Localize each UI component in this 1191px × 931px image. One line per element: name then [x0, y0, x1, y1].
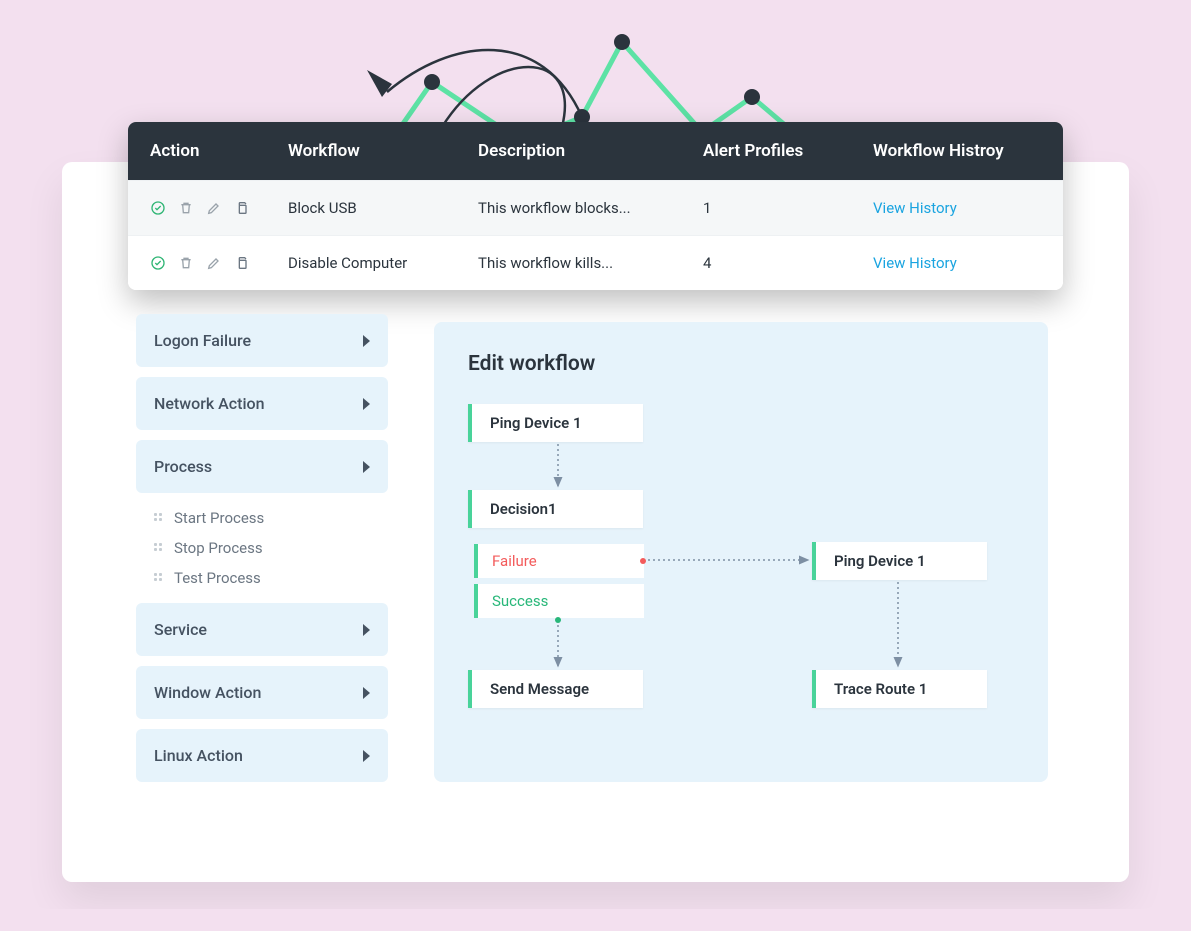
table-row: Block USB This workflow blocks... 1 View…	[128, 180, 1063, 235]
sub-item-start-process[interactable]: Start Process	[154, 509, 388, 527]
copy-icon[interactable]	[234, 200, 250, 216]
node-label: Ping Device 1	[490, 414, 582, 432]
branch-failure[interactable]: Failure	[474, 544, 644, 578]
chevron-right-icon	[363, 750, 370, 762]
cell-description: This workflow blocks...	[478, 199, 703, 217]
cell-description: This workflow kills...	[478, 254, 703, 272]
node-ping-device-2[interactable]: Ping Device 1	[812, 542, 987, 580]
connector-dot-failure	[640, 558, 646, 564]
cell-alert: 1	[703, 199, 873, 217]
connector-dot-success	[555, 617, 561, 623]
table-row: Disable Computer This workflow kills... …	[128, 235, 1063, 290]
chevron-right-icon	[363, 624, 370, 636]
header-history: Workflow Histroy	[873, 141, 1053, 161]
trash-icon[interactable]	[178, 255, 194, 271]
branch-success[interactable]: Success	[474, 584, 644, 618]
copy-icon[interactable]	[234, 255, 250, 271]
sub-item-test-process[interactable]: Test Process	[154, 569, 388, 587]
sub-item-label: Test Process	[174, 569, 261, 587]
accordion-label: Linux Action	[154, 746, 243, 765]
node-label: Decision1	[490, 500, 557, 518]
accordion-network-action[interactable]: Network Action	[136, 377, 388, 430]
row-actions	[128, 255, 288, 271]
accordion-label: Process	[154, 457, 212, 476]
edit-icon[interactable]	[206, 200, 222, 216]
accordion-process[interactable]: Process	[136, 440, 388, 493]
edit-icon[interactable]	[206, 255, 222, 271]
accordion-logon-failure[interactable]: Logon Failure	[136, 314, 388, 367]
chevron-right-icon	[363, 687, 370, 699]
node-label: Ping Device 1	[834, 552, 926, 570]
check-icon[interactable]	[150, 200, 166, 216]
branch-label: Failure	[492, 552, 537, 570]
cell-alert: 4	[703, 254, 873, 272]
accordion-linux-action[interactable]: Linux Action	[136, 729, 388, 782]
view-history-link[interactable]: View History	[873, 199, 1053, 217]
drag-grip-icon	[154, 543, 164, 553]
accordion-label: Logon Failure	[154, 331, 251, 350]
header-workflow: Workflow	[288, 141, 478, 161]
cell-workflow: Disable Computer	[288, 254, 478, 272]
chevron-right-icon	[363, 398, 370, 410]
sub-item-stop-process[interactable]: Stop Process	[154, 539, 388, 557]
workflow-canvas[interactable]: Ping Device 1 Decision1 Failure Success …	[468, 404, 1014, 764]
accordion-label: Service	[154, 620, 207, 639]
trash-icon[interactable]	[178, 200, 194, 216]
accordion-window-action[interactable]: Window Action	[136, 666, 388, 719]
node-trace-route[interactable]: Trace Route 1	[812, 670, 987, 708]
sub-item-label: Stop Process	[174, 539, 263, 557]
node-label: Send Message	[490, 680, 589, 698]
drag-grip-icon	[154, 573, 164, 583]
table-header-row: Action Workflow Description Alert Profil…	[128, 122, 1063, 180]
workflow-editor: Edit workflow Ping Device 1	[434, 322, 1048, 782]
node-send-message[interactable]: Send Message	[468, 670, 643, 708]
node-label: Trace Route 1	[834, 680, 927, 698]
accordion-label: Network Action	[154, 394, 265, 413]
header-alert: Alert Profiles	[703, 141, 873, 161]
chevron-right-icon	[363, 461, 370, 473]
action-sidebar: Logon Failure Network Action Process Sta…	[136, 314, 388, 782]
process-sublist: Start Process Stop Process Test Process	[136, 503, 388, 593]
node-ping-device-1[interactable]: Ping Device 1	[468, 404, 643, 442]
check-icon[interactable]	[150, 255, 166, 271]
header-action: Action	[128, 141, 288, 161]
row-actions	[128, 200, 288, 216]
cell-workflow: Block USB	[288, 199, 478, 217]
workflow-table: Action Workflow Description Alert Profil…	[128, 122, 1063, 290]
header-description: Description	[478, 141, 703, 161]
branch-label: Success	[492, 592, 548, 610]
drag-grip-icon	[154, 513, 164, 523]
chevron-right-icon	[363, 335, 370, 347]
editor-title: Edit workflow	[468, 352, 1014, 376]
node-decision[interactable]: Decision1	[468, 490, 643, 528]
accordion-service[interactable]: Service	[136, 603, 388, 656]
sub-item-label: Start Process	[174, 509, 264, 527]
view-history-link[interactable]: View History	[873, 254, 1053, 272]
accordion-label: Window Action	[154, 683, 261, 702]
